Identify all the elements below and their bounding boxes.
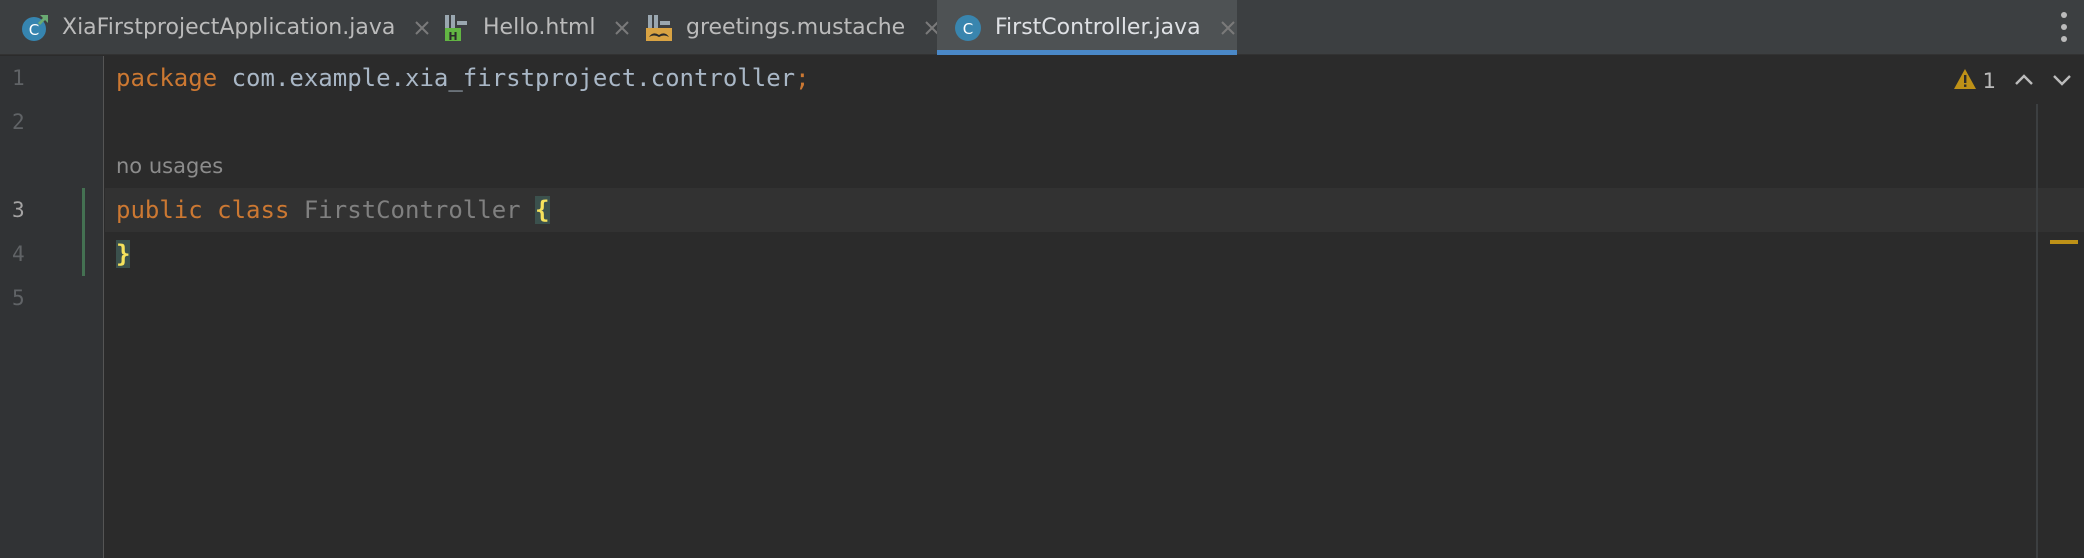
tab-greetings-mustache[interactable]: greetings.mustache (628, 0, 939, 55)
warning-icon (1953, 68, 1977, 95)
spring-boot-class-icon: C (20, 13, 50, 43)
html-file-icon: H (441, 13, 471, 43)
chevron-up-icon[interactable] (2014, 72, 2034, 91)
code-line-1: package com.example.xia_firstproject.con… (116, 56, 810, 100)
java-class-icon: C (953, 13, 983, 43)
line-number: 3 (12, 198, 25, 222)
code-editor[interactable]: package com.example.xia_firstproject.con… (105, 56, 2084, 558)
package-name: com.example.xia_firstproject.controller (217, 64, 796, 92)
svg-text:C: C (963, 20, 973, 38)
inspection-widget: 1 (1953, 66, 2072, 96)
chevron-down-icon[interactable] (2052, 72, 2072, 91)
close-brace: } (116, 240, 131, 268)
line-number: 2 (12, 110, 25, 134)
vcs-change-marker[interactable] (82, 188, 85, 276)
tab-xiafirstprojectapplication[interactable]: C XiaFirstprojectApplication.java (0, 0, 430, 55)
class-name: FirstController (289, 196, 521, 224)
code-line-4: } (116, 232, 131, 276)
editor-tab-bar: C XiaFirstprojectApplication.java H Hell… (0, 0, 2084, 55)
line-number: 4 (12, 242, 25, 266)
warning-count: 1 (1982, 69, 1996, 93)
tab-label: FirstController.java (995, 15, 1201, 40)
keyword-class: class (202, 196, 290, 224)
tab-label: XiaFirstprojectApplication.java (62, 15, 396, 40)
ide-window: C XiaFirstprojectApplication.java H Hell… (0, 0, 2084, 558)
usages-hint[interactable]: no usages (116, 144, 223, 188)
more-options-icon[interactable] (2058, 12, 2070, 42)
tab-firstcontroller[interactable]: C FirstController.java (937, 0, 1237, 55)
code-line-3: public class FirstController { (116, 188, 550, 232)
semicolon: ; (795, 64, 810, 92)
close-icon[interactable] (1217, 17, 1239, 39)
tab-hello-html[interactable]: H Hello.html (429, 0, 630, 55)
warning-stripe-marker[interactable] (2050, 240, 2078, 244)
line-number-gutter: 1 2 3 4 5 (0, 56, 104, 558)
tab-label: greetings.mustache (686, 15, 906, 40)
vertical-scrollbar[interactable] (2036, 104, 2038, 558)
line-number: 5 (12, 286, 25, 310)
tab-label: Hello.html (483, 15, 596, 40)
warning-count-badge[interactable]: 1 (1953, 68, 1996, 95)
svg-text:H: H (448, 30, 457, 43)
svg-text:C: C (29, 21, 39, 39)
open-brace: { (535, 196, 550, 224)
keyword-public: public (116, 196, 203, 224)
line-number: 1 (12, 66, 25, 90)
mustache-file-icon (644, 13, 674, 43)
keyword-package: package (116, 64, 218, 92)
